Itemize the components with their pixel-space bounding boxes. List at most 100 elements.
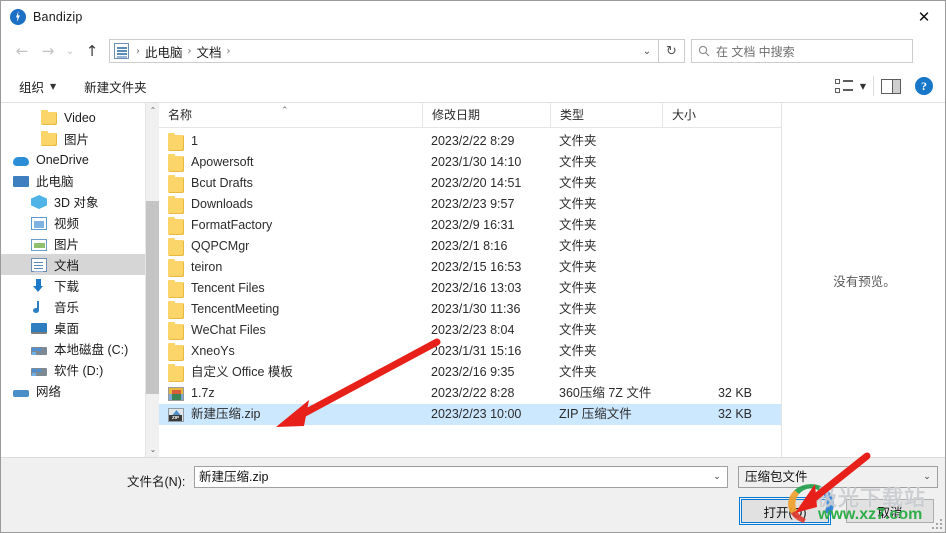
table-row[interactable]: Tencent Files 2023/2/16 13:03 文件夹 xyxy=(159,278,781,299)
folder-icon xyxy=(41,131,57,146)
sidebar-item-label: 网络 xyxy=(36,385,62,399)
table-row[interactable]: 新建压缩.zip 2023/2/23 10:00 ZIP 压缩文件 32 KB xyxy=(159,404,781,425)
column-header-size[interactable]: 大小 xyxy=(662,103,762,128)
chevron-down-icon[interactable]: ⌄ xyxy=(636,39,658,63)
column-header-name-label: 名称 xyxy=(168,107,193,122)
filename-label: 文件名(N): xyxy=(127,475,186,489)
sidebar-item[interactable]: 文档 xyxy=(1,254,159,275)
sidebar-item[interactable]: OneDrive xyxy=(1,149,159,170)
table-row[interactable]: 1 2023/2/22 8:29 文件夹 xyxy=(159,131,781,152)
chevron-down-icon: ▼ xyxy=(859,81,866,91)
scroll-up-icon[interactable]: ⌃ xyxy=(146,103,159,118)
title-bar: Bandizip ✕ xyxy=(1,1,945,32)
breadcrumb-item-this-pc[interactable]: 此电脑 xyxy=(145,42,183,61)
command-toolbar: 组织 ▼ 新建文件夹 ▼ ? xyxy=(1,70,945,103)
sidebar-item-label: Video xyxy=(64,110,96,125)
breadcrumb[interactable]: › 此电脑 › 文档 › ⌄ xyxy=(109,39,659,63)
file-size-cell xyxy=(662,341,762,362)
file-size-cell xyxy=(662,152,762,173)
close-icon[interactable]: ✕ xyxy=(901,1,945,32)
table-row[interactable]: 自定义 Office 模板 2023/2/16 9:35 文件夹 xyxy=(159,362,781,383)
file-size-cell xyxy=(662,194,762,215)
search-box[interactable]: 在 文档 中搜索 xyxy=(691,39,913,63)
file-type-cell: 文件夹 xyxy=(559,323,597,337)
table-row[interactable]: QQPCMgr 2023/2/1 8:16 文件夹 xyxy=(159,236,781,257)
sidebar-item-label: OneDrive xyxy=(36,152,89,167)
breadcrumb-item-documents[interactable]: 文档 xyxy=(197,42,222,61)
toolbar-divider xyxy=(873,76,874,96)
new-folder-button[interactable]: 新建文件夹 xyxy=(78,74,153,98)
file-name-label: 1.7z xyxy=(191,386,215,400)
folder-icon xyxy=(168,216,184,235)
file-date-cell: 2023/2/23 9:57 xyxy=(431,197,515,211)
sidebar-item[interactable]: 图片 xyxy=(1,233,159,254)
sidebar-item-label: 3D 对象 xyxy=(54,196,99,210)
sidebar-item[interactable]: 视频 xyxy=(1,212,159,233)
sidebar-item-label: 视频 xyxy=(54,217,80,231)
table-row[interactable]: Downloads 2023/2/23 9:57 文件夹 xyxy=(159,194,781,215)
sidebar-item[interactable]: 桌面 xyxy=(1,317,159,338)
sidebar-item-label: 图片 xyxy=(54,238,80,252)
sidebar-item[interactable]: 下载 xyxy=(1,275,159,296)
sidebar-item-label: 下载 xyxy=(54,280,80,294)
file-type-cell: 文件夹 xyxy=(559,218,597,232)
file-name-cell: Downloads xyxy=(159,194,422,215)
help-icon[interactable]: ? xyxy=(915,77,933,95)
sidebar-item[interactable]: Video xyxy=(1,107,159,128)
file-size-cell xyxy=(662,257,762,278)
preview-pane-icon[interactable] xyxy=(881,78,901,94)
download-icon xyxy=(31,278,47,294)
sidebar-item[interactable]: 软件 (D:) xyxy=(1,359,159,380)
table-row[interactable]: TencentMeeting 2023/1/30 11:36 文件夹 xyxy=(159,299,781,320)
window-title: Bandizip xyxy=(33,9,83,24)
file-date-cell: 2023/2/1 8:16 xyxy=(431,239,508,253)
search-input[interactable]: 在 文档 中搜索 xyxy=(716,43,795,60)
table-row[interactable]: 1.7z 2023/2/22 8:28 360压缩 7Z 文件 32 KB xyxy=(159,383,781,404)
document-icon xyxy=(31,258,47,272)
column-header-date[interactable]: 修改日期 xyxy=(422,103,550,128)
sidebar-item[interactable]: 网络 xyxy=(1,380,159,401)
up-button[interactable]: ↑ xyxy=(79,38,105,64)
organize-button[interactable]: 组织 ▼ xyxy=(13,74,62,98)
sidebar-item[interactable]: 音乐 xyxy=(1,296,159,317)
column-header-name[interactable]: 名称 ⌃ xyxy=(159,103,422,128)
file-date-cell: 2023/2/9 16:31 xyxy=(431,218,515,232)
file-name-label: FormatFactory xyxy=(191,218,273,232)
chevron-down-icon[interactable]: ⌄ xyxy=(708,467,726,487)
folder-icon xyxy=(168,195,184,214)
file-list-pane: 名称 ⌃ 修改日期 类型 大小 1 2023/2/22 8:29 文件夹 Apower… xyxy=(159,103,781,457)
refresh-icon[interactable]: ↻ xyxy=(659,39,685,63)
navigation-pane: Video 图片 OneDrive 此电脑 3D 对象 视频 图片 文档 下载 音乐 桌面 本地磁盘 … xyxy=(1,103,159,457)
file-type-cell: 文件夹 xyxy=(559,365,597,379)
scrollbar-thumb[interactable] xyxy=(146,201,159,394)
sidebar-item[interactable]: 图片 xyxy=(1,128,159,149)
table-row[interactable]: teiron 2023/2/15 16:53 文件夹 xyxy=(159,257,781,278)
file-name-label: WeChat Files xyxy=(191,323,266,337)
sidebar-scrollbar[interactable]: ⌃ ⌄ xyxy=(145,103,159,457)
table-row[interactable]: Bcut Drafts 2023/2/20 14:51 文件夹 xyxy=(159,173,781,194)
sidebar-item[interactable]: 此电脑 xyxy=(1,170,159,191)
forward-button[interactable]: → xyxy=(35,38,61,64)
file-type-cell: 文件夹 xyxy=(559,302,597,316)
filename-input[interactable]: 新建压缩.zip ⌄ xyxy=(194,466,728,488)
sidebar-item-label: 桌面 xyxy=(54,322,80,336)
recent-locations-button[interactable]: ⌄ xyxy=(61,38,79,64)
bandizip-app-icon xyxy=(10,8,26,25)
sidebar-item-label: 音乐 xyxy=(54,301,80,315)
table-row[interactable]: Apowersoft 2023/1/30 14:10 文件夹 xyxy=(159,152,781,173)
scroll-down-icon[interactable]: ⌄ xyxy=(146,442,159,457)
table-row[interactable]: WeChat Files 2023/2/23 8:04 文件夹 xyxy=(159,320,781,341)
sidebar-item[interactable]: 3D 对象 xyxy=(1,191,159,212)
table-row[interactable]: FormatFactory 2023/2/9 16:31 文件夹 xyxy=(159,215,781,236)
view-options-button[interactable]: ▼ xyxy=(834,79,866,93)
table-row[interactable]: XneoYs 2023/1/31 15:16 文件夹 xyxy=(159,341,781,362)
column-header-type[interactable]: 类型 xyxy=(550,103,662,128)
file-name-label: TencentMeeting xyxy=(191,302,280,316)
file-date-cell: 2023/1/31 15:16 xyxy=(431,344,522,358)
desktop-icon xyxy=(31,323,47,334)
chevron-down-icon: ▼ xyxy=(50,81,57,91)
back-button[interactable]: ← xyxy=(9,38,35,64)
file-type-cell: 文件夹 xyxy=(559,134,597,148)
file-size-cell: 32 KB xyxy=(717,407,752,421)
sidebar-item[interactable]: 本地磁盘 (C:) xyxy=(1,338,159,359)
